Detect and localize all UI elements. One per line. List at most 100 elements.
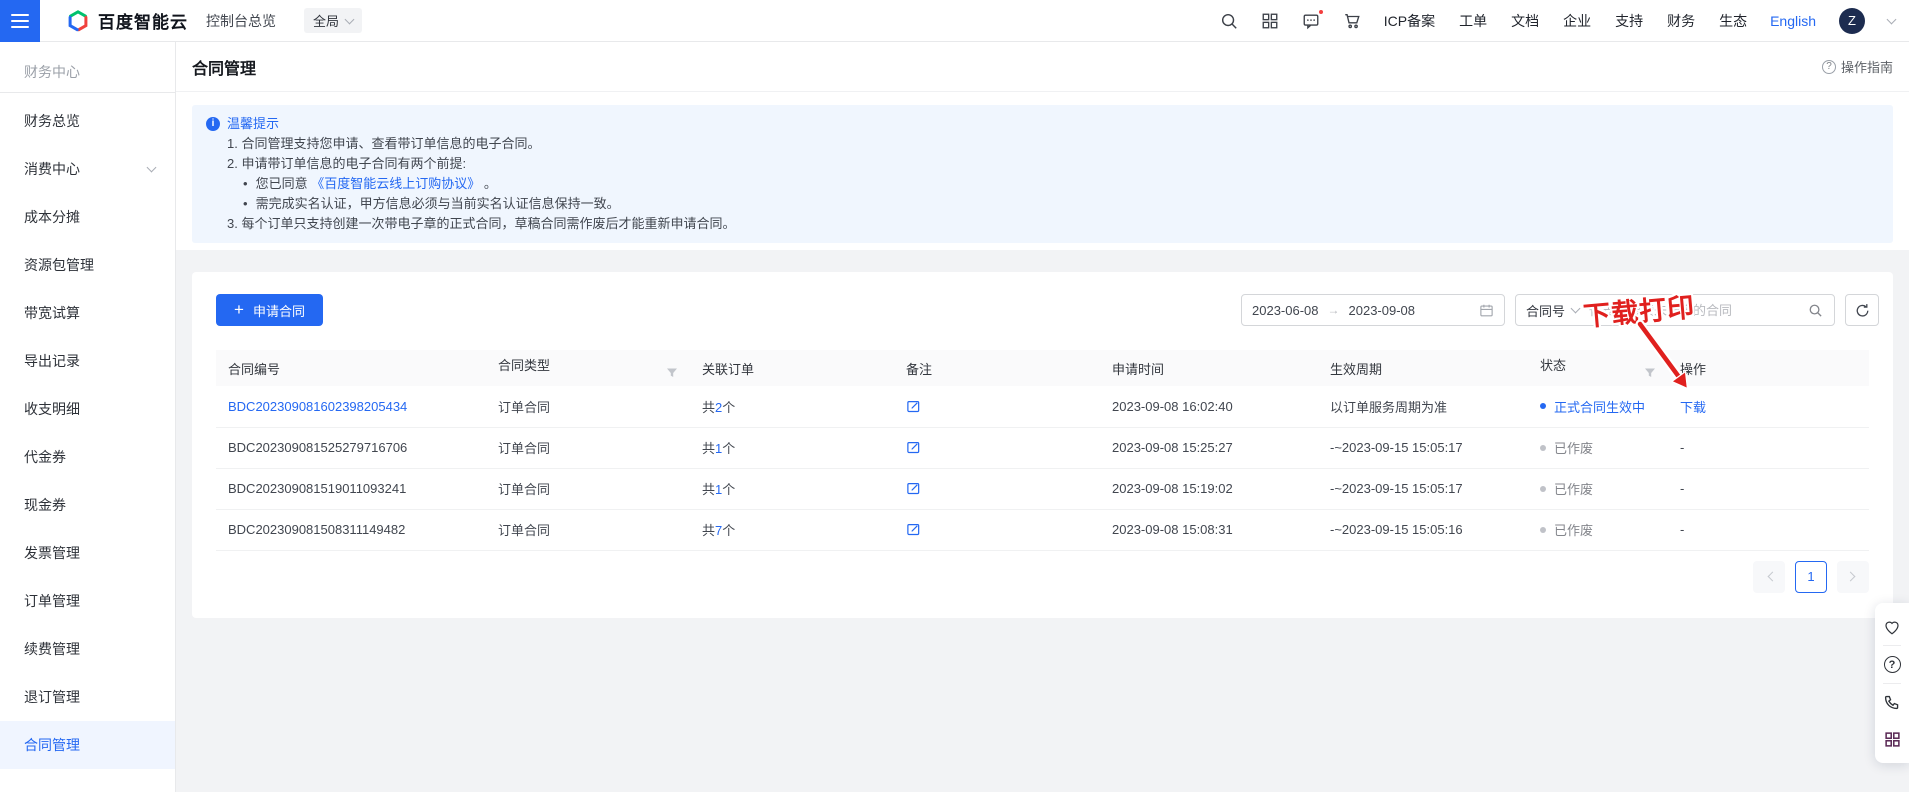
- sidebar-item[interactable]: 收支明细: [0, 385, 175, 433]
- status-dot: [1540, 527, 1546, 533]
- heart-icon[interactable]: [1875, 608, 1909, 645]
- sidebar-item[interactable]: 代金券: [0, 433, 175, 481]
- sidebar-item[interactable]: 导出记录: [0, 337, 175, 385]
- search-category-dropdown[interactable]: 合同号: [1516, 301, 1589, 320]
- filter-icon[interactable]: [1644, 367, 1656, 382]
- language-switch-link[interactable]: English: [1770, 13, 1816, 29]
- sidebar-item[interactable]: 订单管理: [0, 577, 175, 625]
- contract-type: 订单合同: [498, 400, 550, 415]
- table-row: BDC202309081519011093241 订单合同 共1个 2023-0…: [216, 468, 1869, 509]
- effective-period: -~2023-09-15 15:05:17: [1330, 440, 1463, 455]
- contract-number-link[interactable]: BDC202309081602398205434: [228, 399, 407, 414]
- date-range-picker[interactable]: 2023-06-08 → 2023-09-08: [1241, 294, 1505, 326]
- refresh-button[interactable]: [1845, 294, 1879, 326]
- edit-remark-icon[interactable]: [906, 399, 921, 414]
- status-badge: 已作废: [1540, 479, 1656, 498]
- sidebar-item-label: 财务总览: [24, 111, 80, 131]
- status-badge: 已作废: [1540, 438, 1656, 457]
- info-icon: i: [206, 117, 220, 131]
- next-page-button[interactable]: [1837, 561, 1869, 593]
- sidebar-item[interactable]: 续费管理: [0, 625, 175, 673]
- search-button[interactable]: [1796, 295, 1834, 325]
- contract-search-combo: 合同号: [1515, 294, 1835, 326]
- brand-logo[interactable]: 百度智能云: [66, 8, 188, 33]
- edit-remark-icon[interactable]: [906, 522, 921, 537]
- nav-links: ICP备案 工单 文档 企业 支持 财务 生态: [1384, 11, 1747, 31]
- sidebar-item[interactable]: 带宽试算: [0, 289, 175, 337]
- pagination: 1: [192, 551, 1893, 593]
- col-action: 操作: [1668, 350, 1869, 386]
- edit-remark-icon[interactable]: [906, 481, 921, 496]
- contract-type: 订单合同: [498, 523, 550, 538]
- nav-link[interactable]: 财务: [1667, 11, 1695, 31]
- message-icon[interactable]: [1302, 12, 1320, 30]
- sidebar-item[interactable]: 发票管理: [0, 529, 175, 577]
- download-link[interactable]: 下载: [1680, 400, 1706, 415]
- sidebar-item[interactable]: 资源包管理: [0, 241, 175, 289]
- chevron-down-icon[interactable]: [1887, 14, 1897, 24]
- date-end-value: 2023-09-08: [1349, 303, 1416, 318]
- sidebar-menu: 财务总览 消费中心 成本分摊 资源包管理 带宽试算 导出记录 收支明细 代金券 …: [0, 97, 175, 769]
- help-icon[interactable]: ?: [1875, 646, 1909, 683]
- page-number-current[interactable]: 1: [1795, 561, 1827, 593]
- calendar-icon: [1479, 303, 1494, 318]
- sidebar-item-label: 带宽试算: [24, 303, 80, 323]
- operation-guide-link[interactable]: ? 操作指南: [1822, 57, 1893, 76]
- hamburger-menu-button[interactable]: [0, 0, 40, 42]
- col-remark: 备注: [894, 350, 1100, 386]
- sidebar-item[interactable]: 合同管理: [0, 721, 175, 769]
- sidebar-item[interactable]: 财务总览: [0, 97, 175, 145]
- main-content: 合同管理 ? 操作指南 i 温馨提示 1. 合同管理支持您申请、查看带订单信息的…: [176, 42, 1909, 792]
- cart-icon[interactable]: [1343, 12, 1361, 30]
- agreement-link[interactable]: 《百度智能云线上订购协议》: [311, 176, 480, 191]
- avatar[interactable]: Z: [1839, 8, 1865, 34]
- contract-number: BDC202309081519011093241: [228, 481, 406, 496]
- col-apply-time: 申请时间: [1100, 350, 1318, 386]
- status-dot: [1540, 445, 1546, 451]
- apply-contract-button[interactable]: + 申请合同: [216, 294, 323, 326]
- nav-link[interactable]: 生态: [1719, 11, 1747, 31]
- nav-link[interactable]: 企业: [1563, 11, 1591, 31]
- card-toolbar: + 申请合同 2023-06-08 → 2023-09-08 合同号: [192, 272, 1893, 326]
- region-selector[interactable]: 全局: [304, 8, 362, 33]
- col-contract-no: 合同编号: [216, 350, 486, 386]
- table-row: BDC202309081602398205434 订单合同 共2个 2023-0…: [216, 386, 1869, 427]
- region-selector-value: 全局: [313, 11, 339, 30]
- sidebar-item[interactable]: 消费中心: [0, 145, 175, 193]
- filter-icon[interactable]: [666, 367, 678, 382]
- nav-link[interactable]: ICP备案: [1384, 11, 1435, 31]
- related-orders: 共2个: [702, 400, 735, 415]
- floating-side-toolbar: ?: [1875, 603, 1909, 763]
- sidebar-item-label: 导出记录: [24, 351, 80, 371]
- sidebar-item[interactable]: 现金券: [0, 481, 175, 529]
- console-overview-link[interactable]: 控制台总览: [206, 11, 276, 31]
- magnifier-icon: [1808, 303, 1823, 318]
- apply-time: 2023-09-08 15:19:02: [1112, 481, 1233, 496]
- sidebar-item-label: 消费中心: [24, 159, 80, 179]
- edit-remark-icon[interactable]: [906, 440, 921, 455]
- sidebar-item-label: 发票管理: [24, 543, 80, 563]
- contracts-table-wrap: 合同编号 合同类型 关联订单 备注 申请时间 生效周期 状态 操作: [192, 326, 1893, 551]
- notification-badge: [1318, 9, 1324, 15]
- top-navbar: 百度智能云 控制台总览 全局 ICP备案 工单 文档 企业 支持 财务 生态 E…: [0, 0, 1909, 42]
- phone-icon[interactable]: [1875, 684, 1909, 721]
- notice-line: 3. 每个订单只支持创建一次带电子章的正式合同，草稿合同需作废后才能重新申请合同…: [206, 214, 1877, 234]
- apps-grid-icon[interactable]: [1261, 12, 1279, 30]
- search-input[interactable]: [1589, 303, 1796, 318]
- nav-link[interactable]: 工单: [1459, 11, 1487, 31]
- sidebar-item[interactable]: 成本分摊: [0, 193, 175, 241]
- apps-icon[interactable]: [1875, 721, 1909, 758]
- table-header-row: 合同编号 合同类型 关联订单 备注 申请时间 生效周期 状态 操作: [216, 350, 1869, 386]
- related-orders: 共7个: [702, 523, 735, 538]
- status-badge: 已作废: [1540, 520, 1656, 539]
- nav-link[interactable]: 文档: [1511, 11, 1539, 31]
- nav-link[interactable]: 支持: [1615, 11, 1643, 31]
- prev-page-button[interactable]: [1753, 561, 1785, 593]
- related-orders: 共1个: [702, 441, 735, 456]
- date-start-value: 2023-06-08: [1252, 303, 1319, 318]
- search-icon[interactable]: [1220, 12, 1238, 30]
- page-header: 合同管理 ? 操作指南: [176, 42, 1909, 92]
- notice-bullet: 需完成实名认证，甲方信息必须与当前实名认证信息保持一致。: [206, 194, 1877, 214]
- sidebar-item[interactable]: 退订管理: [0, 673, 175, 721]
- chevron-right-icon: [1845, 572, 1855, 582]
